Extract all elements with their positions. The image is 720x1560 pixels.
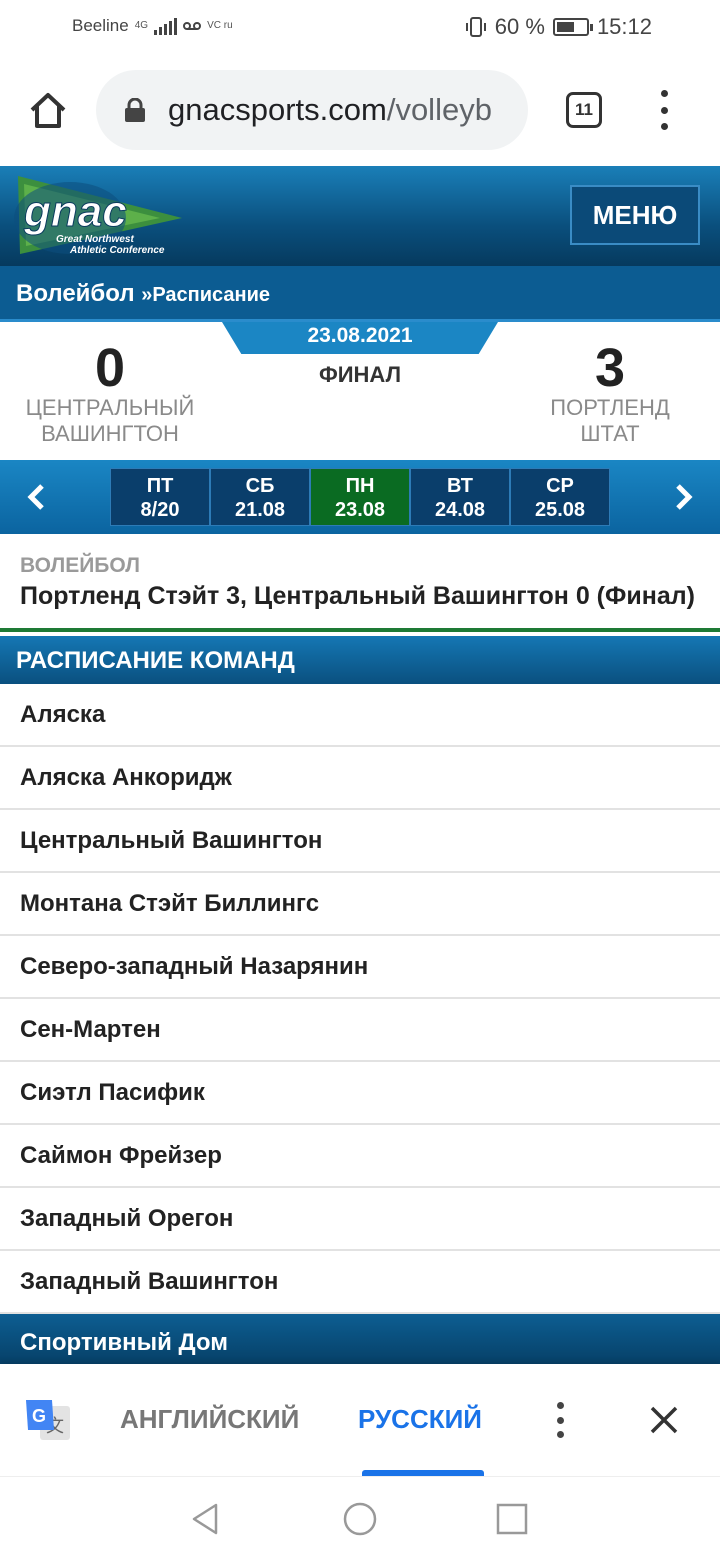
sports-home-link[interactable]: Спортивный Дом <box>0 1314 720 1366</box>
google-translate-icon[interactable]: 文 G <box>24 1396 72 1444</box>
headline[interactable]: ВОЛЕЙБОЛ Портленд Стэйт 3, Центральный В… <box>0 534 720 632</box>
day-tab-dow: ПТ <box>146 475 174 497</box>
game-status: ФИНАЛ <box>318 362 402 387</box>
headline-sport: ВОЛЕЙБОЛ <box>20 554 140 577</box>
breadcrumb-section[interactable]: Волейбол <box>16 280 135 307</box>
translate-bar: 文 G АНГЛИЙСКИЙ РУССКИЙ <box>0 1364 720 1476</box>
chevron-left-icon[interactable] <box>22 480 52 514</box>
svg-text:Great Northwest: Great Northwest <box>56 234 134 245</box>
vc-indicator: VC ru <box>207 20 233 31</box>
day-tab-date: 23.08 <box>334 499 386 521</box>
day-tab-dow: ВТ <box>447 475 473 497</box>
team-list: Аляска Аляска Анкоридж Центральный Вашин… <box>0 684 720 1314</box>
voicemail-icon <box>183 22 202 30</box>
team-list-item[interactable]: Монтана Стэйт Биллингс <box>0 873 720 936</box>
battery-icon <box>552 18 593 36</box>
team-list-item[interactable]: Сен-Мартен <box>0 999 720 1062</box>
status-right: 60 % 15:12 <box>465 14 652 40</box>
close-icon[interactable] <box>646 1402 682 1438</box>
gnac-logo[interactable]: gnac Great Northwest Athletic Conference <box>10 168 190 260</box>
status-left: Beeline 4G VC ru <box>72 16 233 36</box>
carrier-label: Beeline <box>72 16 129 35</box>
scoreboard[interactable]: 0 ЦЕНТРАЛЬНЫЙ ВАШИНГТОН 23.08.2021 ФИНАЛ… <box>0 322 720 460</box>
menu-button[interactable]: МЕНЮ <box>570 185 700 245</box>
back-icon[interactable] <box>188 1501 224 1537</box>
breadcrumb: Волейбол »Расписание <box>0 266 720 322</box>
team-list-item[interactable]: Саймон Фрейзер <box>0 1125 720 1188</box>
team-list-item[interactable]: Аляска <box>0 684 720 747</box>
day-tabs: ПТ 8/20 СБ 21.08 ПН 23.08 ВТ 24.08 СР 25.08 <box>110 468 610 526</box>
chevron-right-icon[interactable] <box>668 480 698 514</box>
headline-text[interactable]: Портленд Стэйт 3, Центральный Вашингтон … <box>20 582 710 611</box>
network-type: 4G <box>134 20 149 31</box>
breadcrumb-content: Волейбол »Расписание <box>16 280 270 308</box>
team-list-item[interactable]: Центральный Вашингтон <box>0 810 720 873</box>
lock-icon <box>125 98 145 122</box>
team-list-item[interactable]: Сиэтл Пасифик <box>0 1062 720 1125</box>
browser-toolbar: gnacsports.com/volleyb 11 <box>0 56 720 166</box>
source-language-tab[interactable]: АНГЛИЙСКИЙ <box>120 1404 299 1435</box>
home-team: 0 ЦЕНТРАЛЬНЫЙ ВАШИНГТОН <box>0 338 220 446</box>
day-tab-2[interactable]: ПН 23.08 <box>310 468 410 526</box>
away-team: 3 ПОРТЛЕНД ШТАТ <box>500 338 720 446</box>
day-tab-0[interactable]: ПТ 8/20 <box>110 468 210 526</box>
team-list-item[interactable]: Западный Вашингтон <box>0 1251 720 1314</box>
system-nav-bar <box>0 1476 720 1560</box>
breadcrumb-separator: » <box>141 284 153 306</box>
team-schedule-header: РАСПИСАНИЕ КОМАНД <box>0 636 720 684</box>
home-icon[interactable] <box>26 88 70 132</box>
battery-percent: 60 % <box>494 14 545 39</box>
home-score: 0 <box>94 338 126 398</box>
day-tab-date: 25.08 <box>534 499 586 521</box>
svg-text:Athletic Conference: Athletic Conference <box>69 245 165 256</box>
day-tab-dow: СБ <box>245 475 275 497</box>
away-score: 3 <box>594 338 626 398</box>
tab-switcher-button[interactable]: 11 <box>566 92 602 128</box>
translate-menu-icon[interactable] <box>552 1402 568 1438</box>
away-team-name-line2: ШТАТ <box>580 421 640 446</box>
day-tab-date: 8/20 <box>140 499 180 521</box>
team-list-item[interactable]: Аляска Анкоридж <box>0 747 720 810</box>
day-tab-date: 21.08 <box>234 499 286 521</box>
clock: 15:12 <box>596 14 652 39</box>
svg-text:gnac: gnac <box>23 187 127 236</box>
day-tab-dow: ПН <box>345 475 375 497</box>
day-tab-1[interactable]: СБ 21.08 <box>210 468 310 526</box>
browser-menu-icon[interactable] <box>654 90 674 130</box>
svg-text:G: G <box>32 1406 46 1426</box>
away-team-name-line1: ПОРТЛЕНД <box>550 395 670 420</box>
date-strip: ПТ 8/20 СБ 21.08 ПН 23.08 ВТ 24.08 СР 25.08 <box>0 460 720 534</box>
signal-icon <box>154 17 178 35</box>
home-nav-icon[interactable] <box>342 1501 378 1537</box>
status-bar: Beeline 4G VC ru 60 % 15:12 <box>0 0 720 56</box>
url-domain: gnacsports.com <box>168 92 387 127</box>
team-list-item[interactable]: Западный Орегон <box>0 1188 720 1251</box>
home-team-name-line2: ВАШИНГТОН <box>41 421 179 446</box>
breadcrumb-page: Расписание <box>152 284 271 306</box>
vibrate-icon <box>465 17 486 37</box>
day-tab-3[interactable]: ВТ 24.08 <box>410 468 510 526</box>
target-language-tab[interactable]: РУССКИЙ <box>358 1404 482 1435</box>
recents-icon[interactable] <box>494 1501 530 1537</box>
day-tab-dow: СР <box>546 475 574 497</box>
game-date: 23.08.2021 <box>222 322 498 354</box>
team-list-item[interactable]: Северо-западный Назарянин <box>0 936 720 999</box>
url-path: /volleyb <box>386 92 492 127</box>
day-tab-date: 24.08 <box>434 499 486 521</box>
url-text: gnacsports.com/volleyb <box>168 92 492 128</box>
day-tab-4[interactable]: СР 25.08 <box>510 468 610 526</box>
home-team-name-line1: ЦЕНТРАЛЬНЫЙ <box>25 395 195 420</box>
site-header: gnac Great Northwest Athletic Conference… <box>0 166 720 266</box>
address-bar[interactable]: gnacsports.com/volleyb <box>96 70 528 150</box>
